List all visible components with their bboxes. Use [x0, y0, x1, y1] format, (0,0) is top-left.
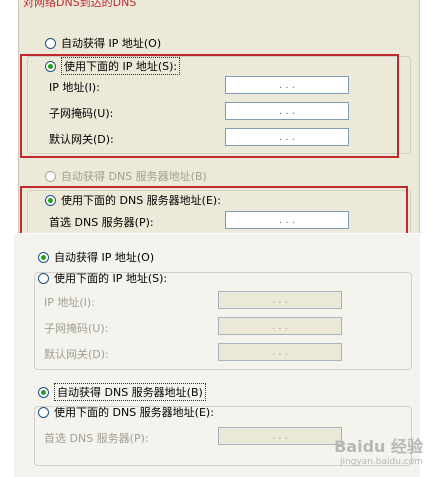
manual-dns-radio-2[interactable] — [38, 406, 49, 418]
auto-dns-radio[interactable] — [45, 170, 56, 182]
subnet-mask-input-2[interactable]: . . . — [218, 317, 342, 335]
auto-ip-label: 自动获得 IP 地址(O) — [61, 37, 162, 50]
manual-dns-radio-option-2[interactable]: 使用下面的 DNS 服务器地址(E): — [38, 404, 214, 420]
bottom-screenshot-panel: 自动获得 IP 地址(O) 使用下面的 IP 地址(S): IP 地址(I): … — [0, 234, 435, 477]
cut-heading: 对网络DNS到达的DNS — [23, 0, 137, 9]
auto-dns-radio-option[interactable]: 自动获得 DNS 服务器地址(B) — [45, 168, 207, 184]
manual-dns-label-2: 使用下面的 DNS 服务器地址(E): — [54, 406, 214, 419]
top-screenshot-panel: 对网络DNS到达的DNS 自动获得 IP 地址(O) 使用下面的 IP 地址(S… — [0, 0, 435, 234]
default-gateway-input-2[interactable]: . . . — [218, 343, 342, 361]
manual-ip-radio-2[interactable] — [38, 272, 49, 284]
dns-highlight-box — [20, 186, 408, 234]
ip-address-label-2: IP 地址(I): — [44, 296, 95, 309]
auto-ip-radio-option-2[interactable]: 自动获得 IP 地址(O) — [38, 249, 154, 265]
auto-dns-radio-2[interactable] — [38, 386, 49, 398]
auto-dns-label: 自动获得 DNS 服务器地址(B) — [61, 170, 207, 183]
auto-ip-radio[interactable] — [45, 37, 56, 49]
auto-ip-radio-option[interactable]: 自动获得 IP 地址(O) — [45, 35, 161, 51]
watermark-brand: Baidu 经验 — [334, 437, 423, 456]
ip-address-input-2[interactable]: . . . — [218, 291, 342, 309]
subnet-mask-label-2: 子网掩码(U): — [44, 322, 109, 335]
watermark-url: jingyan.baidu.com — [339, 457, 423, 467]
auto-dns-label-2: 自动获得 DNS 服务器地址(B) — [54, 383, 206, 401]
preferred-dns-label-2: 首选 DNS 服务器(P): — [44, 432, 149, 445]
auto-dns-radio-option-2[interactable]: 自动获得 DNS 服务器地址(B) — [38, 383, 206, 401]
auto-ip-radio-2[interactable] — [38, 251, 49, 263]
default-gateway-label-2: 默认网关(D): — [44, 348, 109, 361]
baidu-watermark: Baidu 经验 jingyan.baidu.com — [334, 433, 423, 467]
manual-ip-label-2: 使用下面的 IP 地址(S): — [54, 272, 168, 285]
preferred-dns-input-2[interactable]: . . . — [218, 427, 342, 445]
manual-ip-radio-option-2[interactable]: 使用下面的 IP 地址(S): — [38, 270, 167, 286]
auto-ip-label-2: 自动获得 IP 地址(O) — [54, 251, 155, 264]
ip-highlight-box — [20, 54, 399, 158]
